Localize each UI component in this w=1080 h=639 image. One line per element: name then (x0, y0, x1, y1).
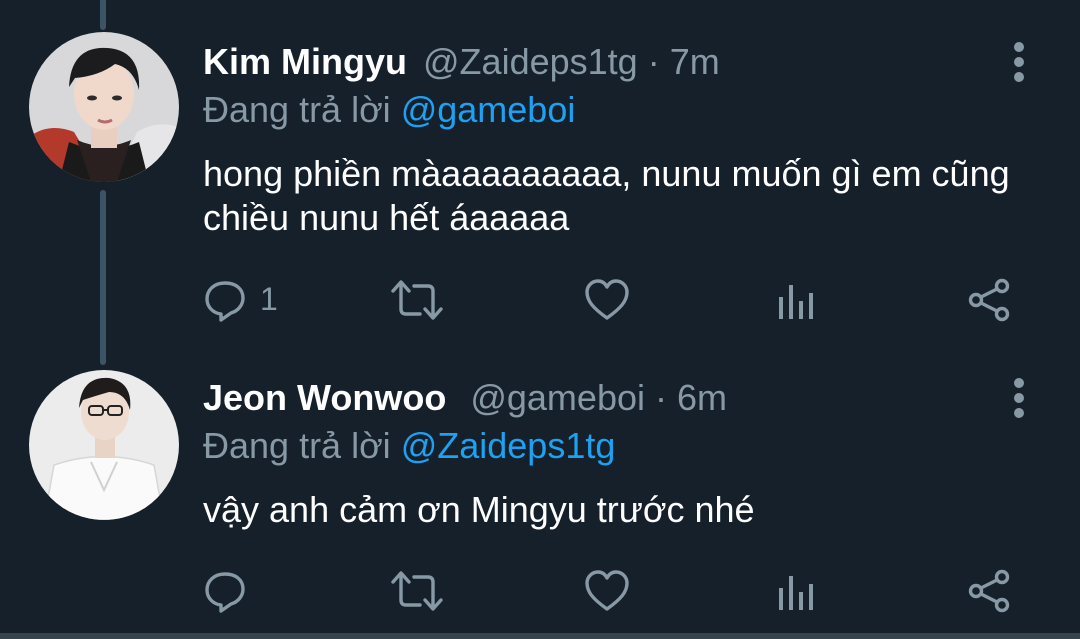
analytics-button[interactable] (776, 274, 826, 324)
tweet-header: Kim Mingyu @Zaideps1tg · 7m (203, 40, 720, 84)
separator: · (647, 41, 660, 82)
share-icon (968, 278, 1010, 322)
avatar[interactable] (29, 370, 179, 520)
tweet-text: hong phiền màaaaaaaaaa, nunu muốn gì em … (203, 153, 1010, 238)
tweet-1[interactable]: Kim Mingyu @Zaideps1tg · 7m Đang trả lời… (0, 0, 1080, 350)
reply-prefix: Đang trả lời (203, 425, 391, 466)
tweet-2[interactable]: Jeon Wonwoo @gameboi · 6m Đang trả lời @… (0, 350, 1080, 633)
replying-to: Đang trả lời @gameboi (203, 88, 575, 132)
retweet-button[interactable] (390, 565, 450, 615)
mention-link[interactable]: @Zaideps1tg (401, 425, 616, 466)
share-icon (968, 569, 1010, 613)
display-name[interactable]: Kim Mingyu (203, 41, 407, 82)
avatar-image (29, 370, 179, 520)
avatar[interactable] (29, 32, 179, 182)
like-icon (585, 570, 629, 611)
action-bar: 1 (200, 274, 1040, 324)
more-icon[interactable] (1005, 40, 1035, 84)
reply-prefix: Đang trả lời (203, 89, 391, 130)
analytics-icon (779, 576, 813, 610)
action-bar (200, 565, 1040, 615)
replying-to: Đang trả lời @Zaideps1tg (203, 424, 615, 468)
like-button[interactable] (583, 565, 643, 615)
share-button[interactable] (965, 565, 1025, 615)
reply-button[interactable]: 1 (202, 274, 292, 324)
reply-button[interactable] (202, 565, 292, 615)
more-icon[interactable] (1005, 376, 1035, 420)
timestamp[interactable]: 7m (670, 41, 720, 82)
reply-count: 1 (260, 281, 278, 317)
analytics-icon (779, 285, 813, 319)
separator: · (655, 377, 667, 418)
retweet-icon (391, 571, 443, 611)
divider (0, 633, 1080, 639)
like-icon (585, 279, 629, 320)
handle[interactable]: @gameboi (470, 377, 645, 418)
share-button[interactable] (965, 274, 1025, 324)
display-name[interactable]: Jeon Wonwoo (203, 377, 446, 418)
reply-icon (205, 281, 245, 322)
retweet-icon (391, 280, 443, 320)
analytics-button[interactable] (776, 565, 826, 615)
reply-icon (205, 572, 245, 613)
like-button[interactable] (583, 274, 643, 324)
mention-link[interactable]: @gameboi (401, 89, 576, 130)
handle[interactable]: @Zaideps1tg (423, 41, 638, 82)
tweet-header: Jeon Wonwoo @gameboi · 6m (203, 376, 727, 420)
retweet-button[interactable] (390, 274, 450, 324)
tweet-text: vậy anh cảm ơn Mingyu trước nhé (203, 489, 755, 530)
avatar-image (29, 32, 179, 182)
timestamp[interactable]: 6m (677, 377, 727, 418)
